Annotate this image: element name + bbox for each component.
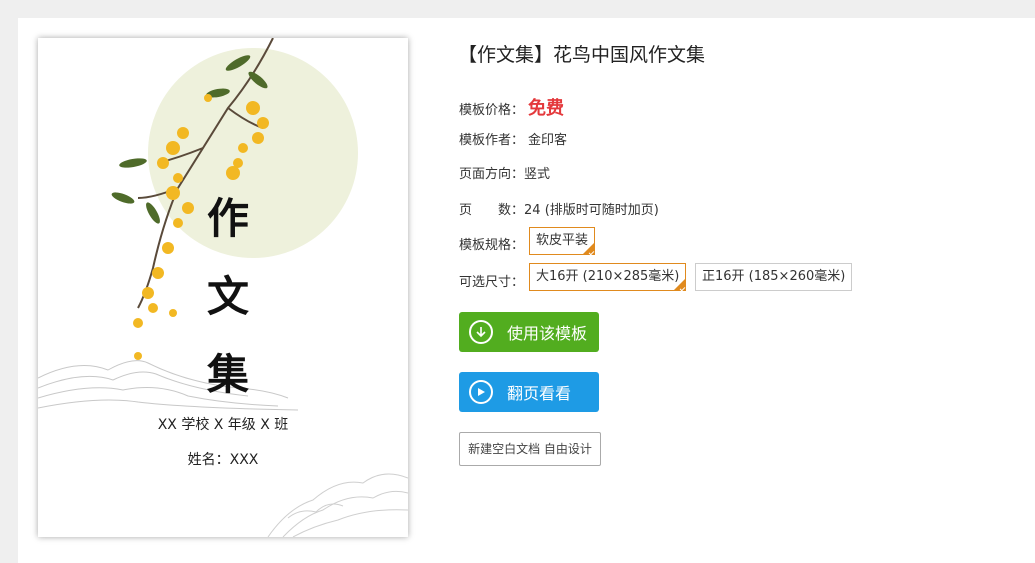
selected-check-icon <box>673 278 687 291</box>
spec-label: 模板规格： <box>459 238 525 253</box>
new-blank-document-button[interactable]: 新建空白文档 自由设计 <box>459 432 601 466</box>
size-option-label: 正16开 (185×260毫米) <box>702 269 846 284</box>
cover-name-line: 姓名：XXX <box>187 452 259 468</box>
template-title: 【作文集】花鸟中国风作文集 <box>458 44 706 66</box>
price-row: 模板价格： 免费 <box>459 94 564 120</box>
use-template-button[interactable]: 使用该模板 <box>459 312 599 352</box>
size-label: 可选尺寸： <box>459 275 525 290</box>
size-option-large16[interactable]: 大16开 (210×285毫米) <box>529 263 687 291</box>
use-template-label: 使用该模板 <box>507 324 588 343</box>
spec-option-label: 软皮平装 <box>536 233 589 248</box>
flip-view-button[interactable]: 翻页看看 <box>459 372 599 412</box>
size-option-label: 大16开 (210×285毫米) <box>536 269 680 284</box>
cover-title-char: 文 <box>206 272 249 321</box>
orientation-label: 页面方向： <box>459 167 525 182</box>
pages-row: 页 数：24 (排版时可随时加页) <box>459 199 659 218</box>
download-arrow-icon <box>469 320 493 344</box>
size-option-standard16[interactable]: 正16开 (185×260毫米) <box>695 263 853 291</box>
spec-option-softcover[interactable]: 软皮平装 <box>529 227 596 255</box>
pages-value: 24 (排版时可随时加页) <box>524 203 659 218</box>
pages-label: 页 数： <box>459 203 525 218</box>
orientation-value: 竖式 <box>524 167 551 182</box>
cover-title-char: 作 <box>206 194 249 243</box>
author-value: 金印客 <box>528 133 568 148</box>
selected-check-icon <box>582 242 596 255</box>
author-label: 模板作者： <box>459 133 525 148</box>
cover-title: 作 文 集 <box>198 198 258 432</box>
price-label: 模板价格： <box>459 103 525 118</box>
orientation-row: 页面方向：竖式 <box>459 163 550 182</box>
template-cover-preview[interactable]: 作 文 集 XX 学校 X 年级 X 班 姓名：XXX <box>38 38 408 537</box>
price-value: 免费 <box>528 98 565 119</box>
cover-school-line: XX 学校 X 年级 X 班 <box>157 417 289 433</box>
play-icon <box>469 380 493 404</box>
mountain-left <box>38 360 299 411</box>
mountain-right <box>267 473 408 537</box>
template-detail-panel: 作 文 集 XX 学校 X 年级 X 班 姓名：XXX 【作文集】花鸟中国风作文… <box>18 18 1035 563</box>
flip-view-label: 翻页看看 <box>507 384 572 403</box>
author-row: 模板作者： 金印客 <box>459 129 567 148</box>
